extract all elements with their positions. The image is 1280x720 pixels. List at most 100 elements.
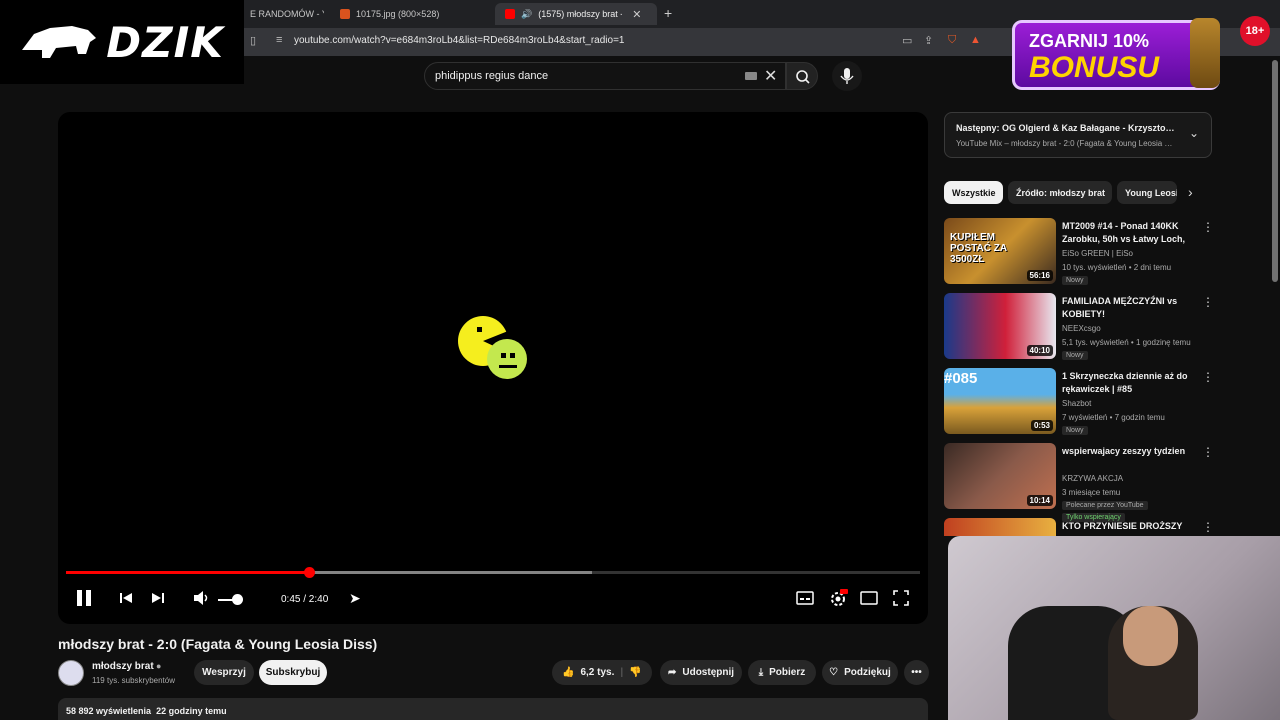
up-next-card[interactable]: Następny: OG Olgierd & Kaz Bałagane - Kr… xyxy=(944,112,1212,158)
join-label: Wesprzyj xyxy=(202,667,246,678)
speaker-icon: 🔊 xyxy=(521,8,533,19)
share-icon[interactable]: ⇪ xyxy=(924,34,933,47)
video-thumbnail[interactable]: 10:14 xyxy=(944,443,1056,509)
tab-label: E RANDOMÓW - YouT xyxy=(250,9,324,19)
new-tab-button[interactable]: + xyxy=(664,5,672,21)
channel-avatar[interactable] xyxy=(58,660,84,686)
bookmark-icon[interactable]: ▯ xyxy=(250,34,256,47)
more-vertical-icon[interactable]: ⋮ xyxy=(1202,370,1214,384)
chip-young-leosia[interactable]: Young Leosi xyxy=(1117,181,1177,204)
search-query: phidippus regius dance xyxy=(435,70,549,82)
site-info-icon[interactable]: ≡ xyxy=(276,34,282,46)
subscribe-label: Subskrybuj xyxy=(265,667,321,678)
rec-meta: 5,1 tys. wyświetleń • 1 godzinę temu xyxy=(1062,338,1191,347)
divider: | xyxy=(620,667,624,678)
thumbs-down-icon[interactable]: 👎 xyxy=(629,667,641,678)
video-thumbnail[interactable] xyxy=(944,518,1056,536)
search-icon xyxy=(796,70,810,84)
boar-logo-icon xyxy=(22,26,97,58)
duration-badge: 0:53 xyxy=(1030,420,1053,431)
video-thumbnail[interactable]: KUPIŁEM POSTAĆ ZA 3500ZŁ 56:16 xyxy=(944,218,1056,284)
settings-gear-icon[interactable] xyxy=(828,588,848,608)
more-actions-button[interactable]: ••• xyxy=(904,660,929,685)
bonus-text: ZGARNIJ 10% xyxy=(1029,31,1150,51)
chevron-right-icon[interactable]: › xyxy=(1188,184,1193,200)
volume-icon[interactable] xyxy=(192,588,212,608)
recommended-badge: Polecane przez YouTube xyxy=(1062,501,1148,510)
join-button[interactable]: Wesprzyj xyxy=(194,660,254,685)
rec-title: FAMILIADA MĘŻCZYŹNI vs KOBIETY! xyxy=(1062,296,1178,319)
rec-title: 1 Skrzyneczka dziennie aż do rękawiczek … xyxy=(1062,371,1188,394)
chip-label: Young Leosi xyxy=(1125,187,1177,198)
pause-icon[interactable] xyxy=(74,588,94,608)
more-vertical-icon[interactable]: ⋮ xyxy=(1202,445,1214,459)
new-badge: Nowy xyxy=(1062,426,1088,435)
download-button[interactable]: ⤓ Pobierz xyxy=(748,660,816,685)
subscribe-button[interactable]: Subskrybuj xyxy=(259,660,327,685)
list-item[interactable]: KUPIŁEM POSTAĆ ZA 3500ZŁ 56:16 MT2009 #1… xyxy=(944,218,1214,288)
mascot-figure xyxy=(1190,18,1220,88)
progress-played xyxy=(66,571,309,574)
description-box[interactable]: 58 892 wyświetlenia 22 godziny temu xyxy=(58,698,928,720)
thanks-button[interactable]: ♡ Podziękuj xyxy=(822,660,898,685)
list-item[interactable]: #085 0:53 1 Skrzyneczka dziennie aż do r… xyxy=(944,368,1214,438)
browser-tab[interactable]: 10175.jpg (800×528) xyxy=(330,3,490,25)
brave-shield-icon[interactable]: ⛉ xyxy=(948,34,956,47)
thumbs-up-icon[interactable]: 👍 xyxy=(562,667,574,678)
more-horizontal-icon: ••• xyxy=(911,667,922,678)
more-vertical-icon[interactable]: ⋮ xyxy=(1202,295,1214,309)
up-next-subtitle: YouTube Mix – młodszy brat - 2:0 (Fagata… xyxy=(956,139,1176,148)
rec-channel: KRZYWA AKCJA xyxy=(1062,474,1124,483)
rec-meta: 3 miesiące temu xyxy=(1062,488,1121,497)
browser-tab[interactable]: E RANDOMÓW - YouT xyxy=(240,3,324,25)
more-vertical-icon[interactable]: ⋮ xyxy=(1202,220,1214,234)
like-count[interactable]: 6,2 tys. xyxy=(580,667,614,678)
streamer-head xyxy=(1123,606,1178,666)
rec-channel: EiSo GREEN | EiSo xyxy=(1062,249,1133,258)
rewards-icon[interactable]: ▲ xyxy=(970,34,981,46)
video-thumbnail[interactable]: 40:10 xyxy=(944,293,1056,359)
chip-source[interactable]: Źródło: młodszy brat xyxy=(1008,181,1112,204)
rec-title: MT2009 #14 - Ponad 140KK Zarobku, 50h vs… xyxy=(1062,221,1186,248)
like-dislike-group: 👍 6,2 tys. | 👎 xyxy=(552,660,652,685)
search-input[interactable]: phidippus regius dance ✕ xyxy=(424,62,786,90)
subtitles-icon[interactable] xyxy=(796,588,814,608)
chip-all[interactable]: Wszystkie xyxy=(944,181,1003,204)
clear-search-icon[interactable]: ✕ xyxy=(764,66,777,86)
mouse-cursor-icon: ➤ xyxy=(349,590,361,606)
list-item[interactable]: 10:14 wspierwajacy zeszyy tydzien KRZYWA… xyxy=(944,443,1214,522)
progress-bar[interactable] xyxy=(66,567,920,578)
dzik-logo-overlay: DZIK xyxy=(0,0,244,84)
previous-icon[interactable] xyxy=(118,588,134,608)
list-item[interactable]: 40:10 FAMILIADA MĘŻCZYŹNI vs KOBIETY! NE… xyxy=(944,293,1214,363)
chevron-down-icon[interactable]: ⌄ xyxy=(1189,126,1199,140)
keyboard-icon[interactable] xyxy=(745,72,757,80)
volume-knob[interactable] xyxy=(232,594,244,605)
bonus-text-large: BONUSU xyxy=(1029,51,1160,84)
search-button[interactable] xyxy=(786,62,818,90)
chip-label: Źródło: młodszy brat xyxy=(1016,187,1106,198)
tab-label: (1575) młodszy brat - 2:0 (Fag xyxy=(538,9,622,19)
more-vertical-icon[interactable]: ⋮ xyxy=(1202,520,1214,534)
close-tab-icon[interactable]: ✕ xyxy=(632,8,641,21)
browser-tab-active[interactable]: 🔊 (1575) młodszy brat - 2:0 (Fag ✕ xyxy=(495,3,657,25)
page-scrollbar[interactable] xyxy=(1272,60,1278,282)
cast-icon[interactable]: ▭ xyxy=(902,34,912,47)
rec-channel: Shazbot xyxy=(1062,399,1092,408)
list-item[interactable]: KTO PRZYNIESIE DROŻSZY ⋮ xyxy=(944,518,1214,536)
dzik-logo-text: DZIK xyxy=(106,17,224,67)
youtube-favicon-icon xyxy=(505,9,515,19)
video-player[interactable]: 0:45 / 2:40 ➤ xyxy=(58,112,928,624)
url-text[interactable]: youtube.com/watch?v=e684m3roLb4&list=RDe… xyxy=(294,35,624,46)
voice-search-button[interactable] xyxy=(832,61,862,91)
subscriber-count: 119 tys. subskrybentów xyxy=(92,676,176,685)
share-button[interactable]: ➦ Udostępnij xyxy=(660,660,742,685)
theater-mode-icon[interactable] xyxy=(860,588,878,608)
next-icon[interactable] xyxy=(150,588,166,608)
bonus-banner[interactable]: ZGARNIJ 10% BONUSU xyxy=(1012,20,1220,90)
duration-badge: 10:14 xyxy=(1026,495,1053,506)
channel-name[interactable]: młodszy brat xyxy=(92,661,154,672)
fullscreen-icon[interactable] xyxy=(892,588,910,608)
progress-scrubber[interactable] xyxy=(303,567,315,578)
video-thumbnail[interactable]: #085 0:53 xyxy=(944,368,1056,434)
